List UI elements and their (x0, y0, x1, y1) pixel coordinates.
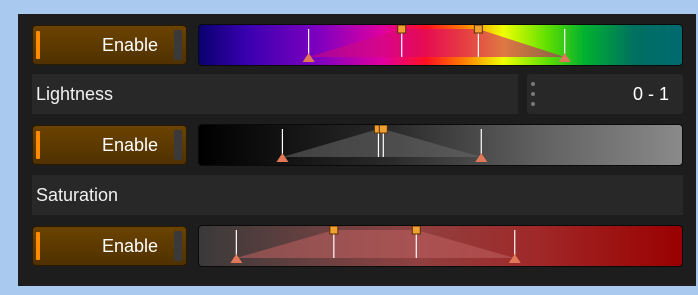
range-end-handle[interactable] (508, 254, 521, 263)
hue-range-overlay (302, 25, 571, 62)
range-end-handle[interactable] (558, 53, 571, 62)
saturation-label: Saturation (36, 185, 119, 205)
button-grip-icon (174, 231, 182, 261)
range-start-handle[interactable] (276, 153, 289, 162)
lightness-range-overlay (276, 125, 488, 162)
range-fill (236, 230, 515, 258)
enable-indicator (36, 131, 40, 159)
button-grip-icon (174, 130, 182, 160)
enable-indicator (36, 232, 40, 260)
enable-label: Enable (101, 135, 158, 155)
saturation-range-overlay (230, 226, 521, 263)
lightness-range-field[interactable]: 0 - 1 (527, 74, 683, 114)
range-center-left-handle[interactable] (329, 226, 339, 235)
range-start-handle[interactable] (302, 53, 315, 62)
range-center-left-handle[interactable] (397, 25, 407, 34)
enable-indicator (36, 31, 40, 59)
lightness-label: Lightness (36, 84, 114, 104)
color-range-panel: Enable Lightness 0 - 1 Enable Saturation… (18, 14, 696, 286)
lightness-label-row: Lightness (32, 74, 518, 114)
range-end-handle[interactable] (475, 153, 488, 162)
range-fill (308, 29, 565, 57)
range-center-right-handle[interactable] (411, 226, 421, 235)
lightness-enable-button[interactable]: Enable (32, 125, 187, 165)
enable-label: Enable (101, 35, 158, 55)
saturation-range-slider[interactable] (198, 225, 683, 267)
enable-label: Enable (101, 236, 158, 256)
range-start-handle[interactable] (230, 254, 243, 263)
range-center-right-handle[interactable] (378, 125, 388, 134)
drag-dots-icon[interactable] (531, 82, 535, 106)
lightness-range-value: 0 - 1 (632, 84, 669, 104)
hue-range-slider[interactable] (198, 24, 683, 66)
saturation-enable-button[interactable]: Enable (32, 226, 187, 266)
hue-enable-button[interactable]: Enable (32, 25, 187, 65)
saturation-label-row: Saturation (32, 175, 683, 215)
lightness-range-slider[interactable] (198, 124, 683, 166)
range-center-right-handle[interactable] (473, 25, 483, 34)
button-grip-icon (174, 30, 182, 60)
